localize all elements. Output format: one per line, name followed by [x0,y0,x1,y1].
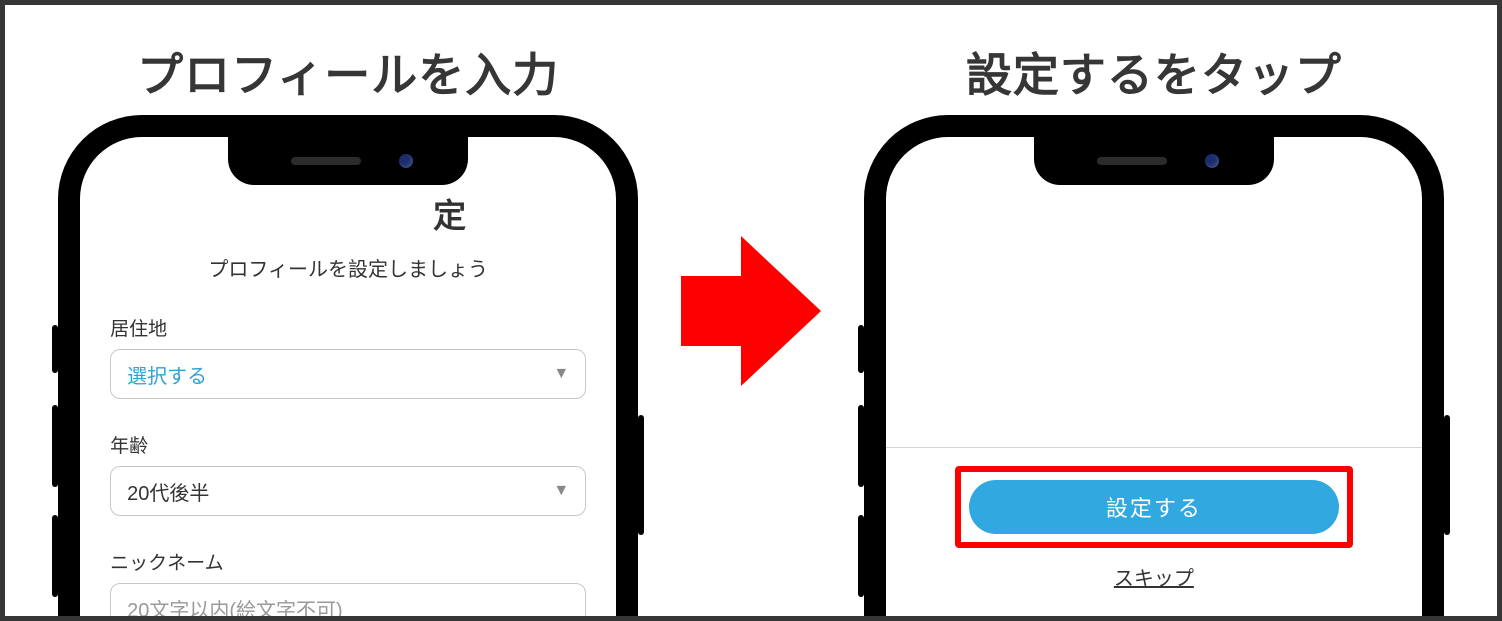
step-title: プロフィールを入力 [5,39,691,105]
nickname-label: ニックネーム [110,548,586,575]
age-label: 年齢 [110,431,586,458]
step-panel-profile: プロフィールを入力 定 プロフィールを設定しましょう 居住地 [5,5,691,616]
residence-select[interactable]: 選択する ▼ [110,349,586,399]
phone-notch [228,137,468,185]
footer-bar: 設定する スキップ [886,447,1422,591]
phone-mockup: 設定する スキップ [864,115,1444,621]
camera-icon [399,154,413,168]
phone-mockup: 定 プロフィールを設定しましょう 居住地 選択する ▼ 年齢 [58,115,638,621]
highlight-box: 設定する [955,466,1353,548]
tutorial-frame: プロフィールを入力 定 プロフィールを設定しましょう 居住地 [0,0,1502,621]
phone-side-button [1444,415,1450,535]
select-placeholder: 選択する [127,360,207,389]
speaker-icon [291,157,361,165]
screen-heading: 定 [110,189,586,237]
phone-side-button [638,415,644,535]
screen-subtitle: プロフィールを設定しましょう [110,253,586,282]
confirm-button[interactable]: 設定する [969,480,1339,534]
age-select[interactable]: 20代後半 ▼ [110,466,586,516]
screen-content: 定 プロフィールを設定しましょう 居住地 選択する ▼ 年齢 [80,137,616,621]
step-title: 設定するをタップ [811,39,1497,105]
residence-label: 居住地 [110,314,586,341]
chevron-down-icon: ▼ [553,365,569,383]
screen-content: 設定する スキップ [886,137,1422,621]
input-placeholder: 20文字以内(絵文字不可) [127,594,343,621]
arrow-right-icon [681,236,821,386]
nickname-input[interactable]: 20文字以内(絵文字不可) [110,583,586,621]
skip-link[interactable]: スキップ [1114,562,1194,591]
step-panel-confirm: 設定するをタップ 設定する [811,5,1497,616]
select-value: 20代後半 [127,477,209,506]
chevron-down-icon: ▼ [553,482,569,500]
